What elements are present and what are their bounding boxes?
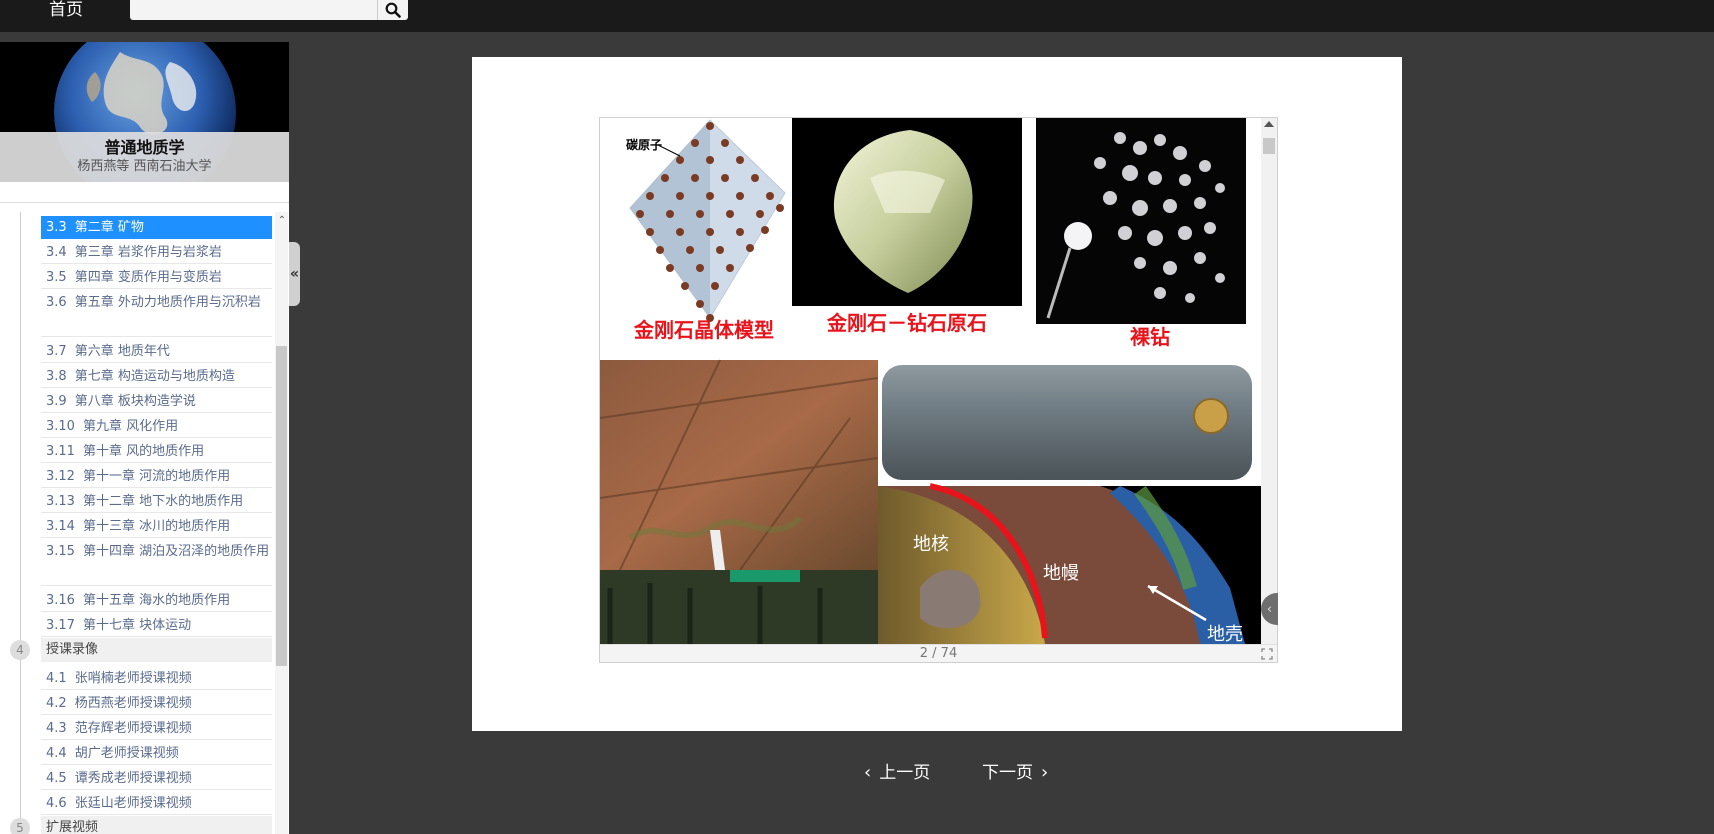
toc-item-3-6[interactable]: 3.6 第五章 外动力地质作用与沉积岩 [41,291,272,337]
toc-item-3-13[interactable]: 3.13 第十二章 地下水的地质作用 [41,490,272,513]
next-page-label: 下一页 [982,763,1033,783]
toc-section-5[interactable]: 扩展视频 [41,816,272,834]
bare-diamonds-image [1036,118,1246,324]
viewer-scrollbar[interactable] [1261,118,1277,644]
course-caption: 普通地质学 杨西燕等 西南石油大学 [0,132,289,182]
scroll-up-arrow-icon[interactable] [1264,121,1274,127]
chevron-left-icon: ‹ [1266,601,1273,617]
section-number-4: 4 [10,640,30,660]
toc-item-3-11[interactable]: 3.11 第十章 风的地质作用 [41,440,272,463]
chevron-left-icon: ‹ [864,762,872,783]
top-bar: 首页 [0,0,1714,32]
carbon-atom-label: 碳原子 [626,137,662,152]
prev-page-button[interactable]: ‹ 上一页 [864,760,930,786]
toc-item-4-3[interactable]: 4.3 范存辉老师授课视频 [41,717,272,740]
viewer-footer: 2 / 74 [600,644,1277,662]
toc-item-3-9[interactable]: 3.9 第八章 板块构造学说 [41,390,272,413]
label-crust: 地壳 [1207,624,1243,644]
toc-item-4-4[interactable]: 4.4 胡广老师授课视频 [41,742,272,765]
toc-item-4-6[interactable]: 4.6 张廷山老师授课视频 [41,792,272,815]
caption-rough-diamond: 金刚石－钻石原石 [826,311,987,335]
toc-item-3-17[interactable]: 3.17 第十七章 块体运动 [41,614,272,637]
search-input[interactable] [136,0,380,22]
label-core: 地核 [913,534,949,555]
search-icon [385,2,401,18]
toc-item-3-12[interactable]: 3.12 第十一章 河流的地质作用 [41,465,272,488]
course-banner: 普通地质学 杨西燕等 西南石油大学 [0,42,289,182]
toc-item-3-15[interactable]: 3.15 第十四章 湖泊及沼泽的地质作用 [41,540,272,586]
divider [0,202,289,203]
prev-page-label: 上一页 [879,763,931,783]
viewer-scroll-thumb[interactable] [1263,138,1275,154]
toc-item-3-10[interactable]: 3.10 第九章 风化作用 [41,415,272,438]
toc-guide-line [20,212,21,834]
caption-crystal-model: 金刚石晶体模型 [633,318,774,342]
scroll-up-arrow-icon[interactable]: ⌃ [277,216,287,226]
chevron-right-icon: › [1041,762,1049,783]
label-mantle: 地幔 [1043,563,1079,584]
rough-diamond-image [792,118,1022,306]
course-author: 杨西燕等 西南石油大学 [77,159,212,174]
toc-item-3-4[interactable]: 3.4 第三章 岩浆作用与岩浆岩 [41,241,272,264]
search-button[interactable] [377,0,408,20]
double-chevron-left-icon: « [289,266,300,282]
toc-item-4-5[interactable]: 4.5 谭秀成老师授课视频 [41,767,272,790]
toc-item-3-5[interactable]: 3.5 第四章 变质作用与变质岩 [41,266,272,289]
toc-item-3-14[interactable]: 3.14 第十三章 冰川的地质作用 [41,515,272,538]
table-of-contents: 3.3 第二章 矿物 3.4 第三章 岩浆作用与岩浆岩 3.5 第四章 变质作用与变质… [0,212,289,834]
slide-content: 碳原子 金刚石－钻石原石 裸钻 金刚石晶体模型 地核 地幔 地壳 [600,118,1261,644]
section-number-5: 5 [10,818,30,834]
caption-bare-diamond: 裸钻 [1130,325,1170,349]
toc-item-4-2[interactable]: 4.2 杨西燕老师授课视频 [41,692,272,715]
course-title: 普通地质学 [104,138,185,157]
sidebar-collapse-button[interactable]: « [289,242,300,306]
home-link[interactable]: 首页 [49,0,83,20]
rock-outcrop-image [600,359,879,644]
toc-section-4[interactable]: 授课录像 [41,638,272,662]
slide-graphics: 碳原子 金刚石－钻石原石 裸钻 金刚石晶体模型 地核 地幔 地壳 [600,118,1261,644]
toc-item-3-8[interactable]: 3.8 第七章 构造运动与地质构造 [41,365,272,388]
toc-item-3-3[interactable]: 3.3 第二章 矿物 [41,216,272,239]
sidebar-scroll-thumb[interactable] [276,346,287,666]
toc-item-3-16[interactable]: 3.16 第十五章 海水的地质作用 [41,589,272,612]
slide-viewer: 碳原子 金刚石－钻石原石 裸钻 金刚石晶体模型 地核 地幔 地壳 2 / 74 [599,117,1278,663]
sidebar: 普通地质学 杨西燕等 西南石油大学 3.3 第二章 矿物 3.4 第三章 岩浆作用与… [0,42,289,834]
page-indicator: 2 / 74 [919,646,958,661]
fullscreen-icon[interactable] [1261,648,1273,660]
next-page-button[interactable]: 下一页 › [982,760,1048,786]
core-sample-image [878,360,1261,486]
search-box [130,0,408,22]
toc-item-4-1[interactable]: 4.1 张哨楠老师授课视频 [41,667,272,690]
toc-item-3-7[interactable]: 3.7 第六章 地质年代 [41,340,272,363]
